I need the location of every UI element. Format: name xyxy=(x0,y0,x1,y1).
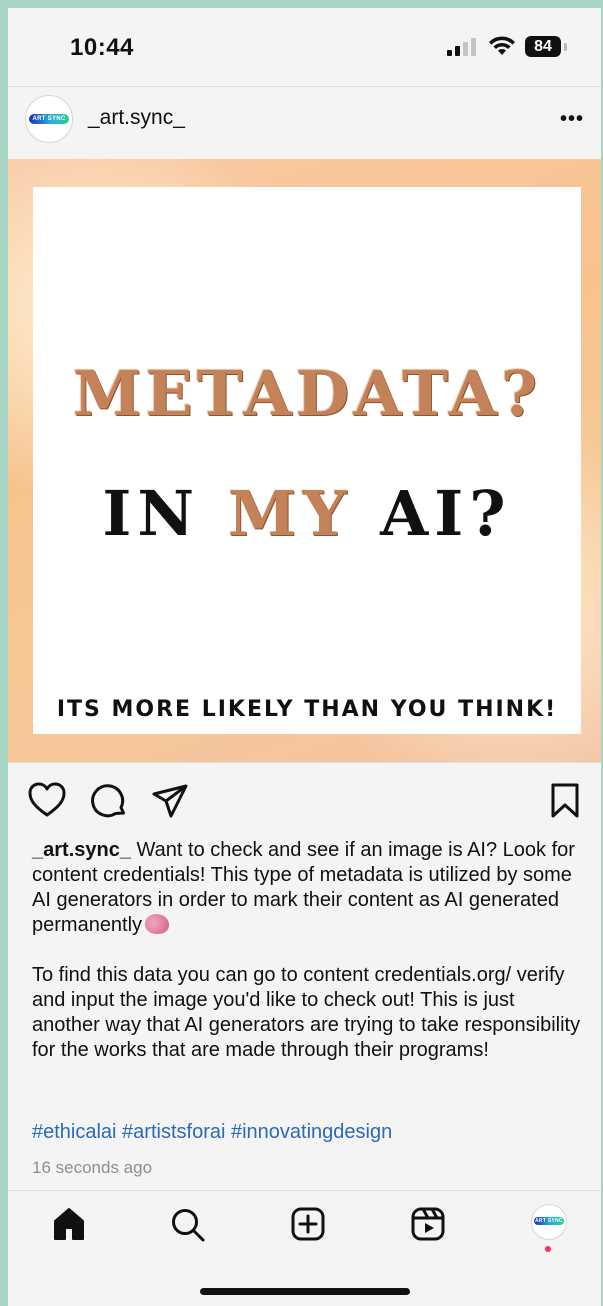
wifi-icon xyxy=(489,36,515,55)
heart-icon[interactable] xyxy=(28,782,66,818)
cellular-signal-icon xyxy=(447,38,476,56)
subheadline-post: AI? xyxy=(352,477,512,550)
brain-emoji-icon xyxy=(145,914,170,934)
status-time: 10:44 xyxy=(70,34,134,61)
battery-tip xyxy=(564,43,567,51)
subheadline-pre: IN xyxy=(102,477,228,550)
post-image[interactable]: METADATA? IN MY AI? ITS MORE LIKELY THAN… xyxy=(8,159,601,762)
post-tagline: ITS MORE LIKELY THAN YOU THINK! xyxy=(56,697,558,722)
reels-icon[interactable] xyxy=(410,1206,446,1242)
subheadline-highlight: MY xyxy=(227,477,353,550)
more-options-icon[interactable]: ••• xyxy=(560,108,584,131)
comment-icon[interactable] xyxy=(91,783,127,819)
home-indicator[interactable] xyxy=(200,1288,410,1295)
art-sync-logo-small: ART SYNC xyxy=(534,1217,564,1225)
art-sync-logo: ART SYNC xyxy=(29,114,69,124)
post-subheadline: IN MY AI? xyxy=(33,477,581,550)
search-icon[interactable] xyxy=(170,1207,206,1243)
caption-paragraph-1: _art.sync_ Want to check and see if an i… xyxy=(32,838,587,938)
caption-username[interactable]: _art.sync_ xyxy=(32,839,131,861)
status-bar: 10:44 84 xyxy=(8,8,601,86)
notification-dot xyxy=(545,1246,551,1252)
post-image-divider xyxy=(8,762,601,763)
home-icon[interactable] xyxy=(51,1206,87,1242)
post-author-avatar[interactable]: ART SYNC xyxy=(25,95,73,143)
status-divider xyxy=(8,86,601,87)
nav-divider xyxy=(8,1190,601,1191)
post-caption: _art.sync_ Want to check and see if an i… xyxy=(32,838,587,1088)
post-timestamp: 16 seconds ago xyxy=(32,1158,153,1177)
caption-hashtags[interactable]: #ethicalai #artistsforai #innovatingdesi… xyxy=(32,1121,392,1144)
caption-paragraph-2: To find this data you can go to content … xyxy=(32,964,581,1061)
create-icon[interactable] xyxy=(290,1206,326,1242)
post-image-card: METADATA? IN MY AI? ITS MORE LIKELY THAN… xyxy=(33,187,581,734)
share-icon[interactable] xyxy=(151,783,189,819)
post-author-username[interactable]: _art.sync_ xyxy=(88,106,185,130)
profile-avatar[interactable]: ART SYNC xyxy=(531,1204,567,1240)
battery-icon: 84 xyxy=(525,36,561,57)
post-headline: METADATA? xyxy=(72,357,542,430)
phone-screen: 10:44 84 ART SYNC _art.sync_ ••• METADAT… xyxy=(8,8,601,1306)
bookmark-icon[interactable] xyxy=(550,783,580,819)
